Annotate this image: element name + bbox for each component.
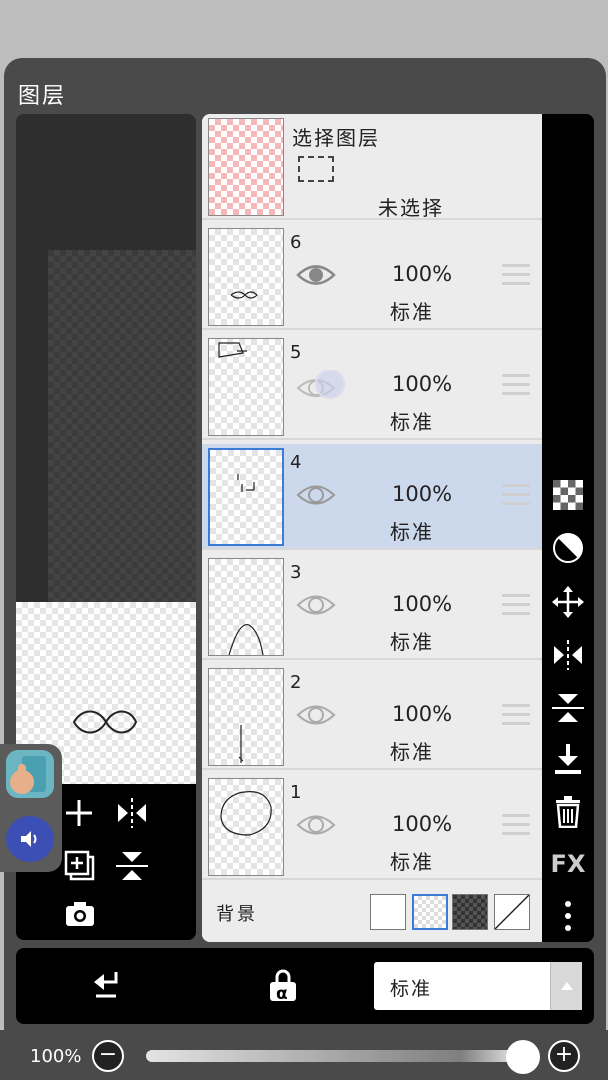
layer-blend-mode: 标准 [390,630,434,654]
background-transparent-swatch[interactable] [412,894,448,930]
flip-vertical-icon[interactable] [542,692,594,729]
opacity-minus-button[interactable]: − [92,1040,124,1072]
background-row: 背景 [202,880,542,942]
drag-handle-icon[interactable] [502,814,530,841]
flip-h-icon[interactable] [116,798,148,833]
camera-icon[interactable] [64,900,96,933]
opacity-slider-knob[interactable] [506,1040,540,1074]
background-white-swatch[interactable] [370,894,406,930]
layer-opacity: 100% [392,372,453,396]
eye-icon[interactable] [296,260,336,294]
layer-number: 1 [290,782,302,803]
opacity-bar: 100% − + [0,1030,608,1080]
layer-blend-mode: 标准 [390,410,434,434]
layer-thumbnail [208,338,284,436]
eye-icon[interactable] [296,700,336,734]
layer-blend-mode: 标准 [390,740,434,764]
layer-row[interactable]: 1 100% 标准 [202,774,542,880]
mask-icon[interactable] [542,532,594,569]
layer-number: 4 [290,452,302,473]
blend-mode-select[interactable]: 标准 [374,962,582,1010]
dropdown-arrow-icon[interactable] [550,962,582,1010]
flip-v-icon[interactable] [116,850,148,887]
layer-opacity: 100% [392,592,453,616]
drag-handle-icon[interactable] [502,594,530,621]
background-none-swatch[interactable] [494,894,530,930]
merge-down-icon[interactable] [542,744,594,781]
layer-opacity: 100% [392,482,453,506]
flip-horizontal-icon[interactable] [542,640,594,675]
right-toolbar: FX [542,114,594,942]
eye-icon[interactable] [296,369,348,410]
checker-icon[interactable] [542,480,594,515]
add-layer-icon[interactable] [64,798,94,833]
drag-handle-icon[interactable] [502,374,530,401]
layer-opacity: 100% [392,262,453,286]
drag-handle-icon[interactable] [502,264,530,291]
fx-icon[interactable]: FX [542,852,594,876]
eye-icon[interactable] [296,590,336,624]
preview-dark-area [48,250,196,602]
layer-thumbnail [208,668,284,766]
alpha-lock-icon[interactable]: α [268,968,298,1006]
opacity-label: 100% [30,1046,82,1067]
clipping-return-icon[interactable] [90,968,120,1008]
layer-thumbnail [208,778,284,876]
layer-blend-mode: 标准 [390,520,434,544]
layer-row[interactable]: 4 100% 标准 [202,444,542,550]
trash-icon[interactable] [542,796,594,833]
opacity-plus-button[interactable]: + [548,1040,580,1072]
layer-number: 6 [290,232,302,253]
background-dark-swatch[interactable] [452,894,488,930]
layer-opacity: 100% [392,702,453,726]
layer-blend-mode: 标准 [390,850,434,874]
app-shortcut-icon[interactable] [6,750,54,798]
layer-row[interactable]: 5 100% 标准 [202,334,542,440]
selection-status: 未选择 [378,196,444,220]
selection-marquee-icon [298,156,334,182]
layer-row[interactable]: 2 100% 标准 [202,664,542,770]
alpha-lock-label: α [276,984,288,1004]
drag-handle-icon[interactable] [502,484,530,511]
panel-title: 图层 [18,84,67,109]
layer-thumbnail [208,558,284,656]
layer-number: 5 [290,342,302,363]
layer-row[interactable]: 3 100% 标准 [202,554,542,660]
sound-icon[interactable] [6,816,54,862]
layer-number: 3 [290,562,302,583]
layer-opacity: 100% [392,812,453,836]
layer-number: 2 [290,672,302,693]
layer-row[interactable]: 6 100% 标准 [202,224,542,330]
selection-thumbnail [208,118,284,216]
layer-thumbnail [208,448,284,546]
floating-assistant[interactable] [0,744,62,872]
more-icon[interactable] [542,900,594,937]
layer-thumbnail [208,228,284,326]
selection-title: 选择图层 [292,126,380,150]
bottom-bar: α 标准 [16,948,594,1024]
opacity-slider[interactable] [146,1050,516,1062]
duplicate-layer-icon[interactable] [64,850,96,887]
layer-blend-mode: 标准 [390,300,434,324]
eye-icon[interactable] [296,810,336,844]
background-label: 背景 [216,904,258,925]
move-icon[interactable] [542,586,594,623]
selection-layer-row[interactable]: 选择图层 未选择 [202,114,542,220]
drag-handle-icon[interactable] [502,704,530,731]
eye-icon[interactable] [296,480,336,514]
blend-mode-value: 标准 [390,978,433,1000]
layer-list: 选择图层 未选择 6 100% 标准 5 100% 标准 4 100% 标准 3… [202,114,542,942]
